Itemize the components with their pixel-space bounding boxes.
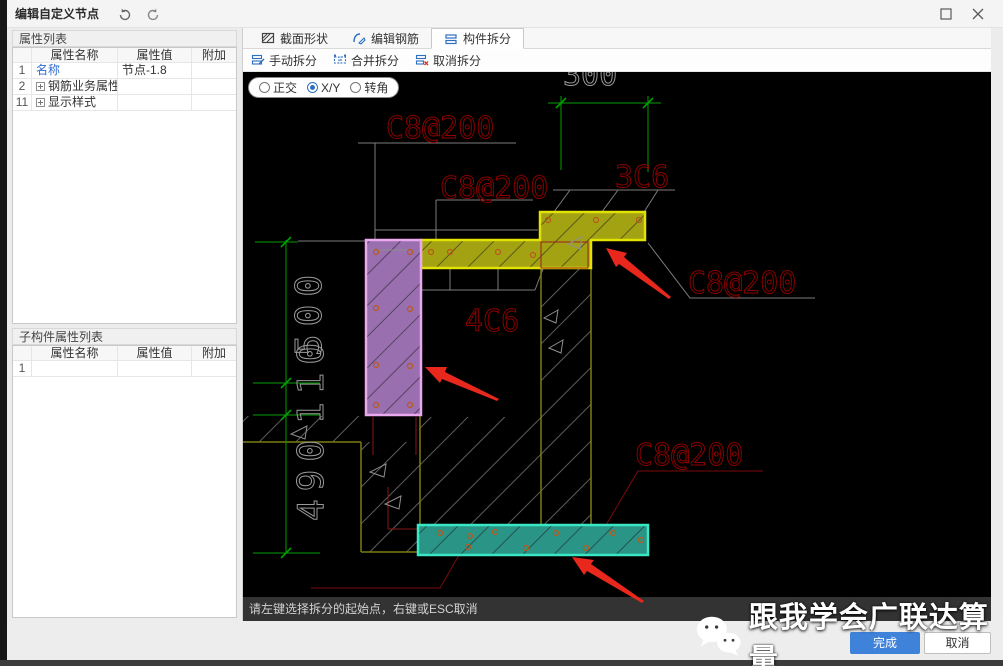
- sub-property-list-title: 子构件属性列表: [12, 328, 237, 345]
- tool-label: 取消拆分: [433, 53, 482, 68]
- cad-canvas[interactable]: [243, 72, 991, 597]
- radio-circle: [259, 82, 270, 93]
- row-value[interactable]: [118, 95, 192, 110]
- table-row[interactable]: 1 名称 节点-1.8: [13, 63, 236, 79]
- section-shape-icon: [261, 32, 275, 44]
- col-attr-extra: 附加: [201, 48, 226, 62]
- radio-label: 正交: [273, 81, 298, 95]
- row-name-label: 显示样式: [48, 95, 97, 109]
- radio-circle: [307, 82, 319, 93]
- row-name-label[interactable]: 名称: [36, 63, 60, 78]
- cancel-split-button[interactable]: 取消拆分: [415, 52, 481, 69]
- dialog-footer: 完成 取消: [7, 621, 1003, 660]
- undo-icon[interactable]: [117, 7, 133, 23]
- screen-bottom-edge: [0, 660, 1003, 666]
- col-attr-value: 属性值: [118, 346, 192, 360]
- row-value[interactable]: [118, 79, 192, 94]
- property-list-title: 属性列表: [12, 30, 237, 47]
- tab-label: 构件拆分: [463, 32, 512, 46]
- col-attr-name: 属性名称: [32, 346, 118, 360]
- radio-label: X/Y: [321, 80, 341, 95]
- manual-split-icon: [251, 54, 265, 65]
- edit-custom-node-dialog: 编辑自定义节点 属性列表 属性名称 属性值 附加 1 名称 节点-1.8 2 钢…: [0, 0, 1003, 666]
- split-toolbar: 手动拆分 合并拆分 取消拆分: [243, 49, 991, 72]
- tabbar: 截面形状 编辑钢筋 构件拆分: [243, 28, 991, 49]
- status-message: 请左键选择拆分的起始点，右键或ESC取消: [249, 602, 478, 616]
- merge-split-button[interactable]: 合并拆分: [333, 52, 399, 69]
- radio-label: 转角: [364, 81, 389, 95]
- cancel-split-icon: [415, 54, 429, 66]
- editor-panel: 截面形状 编辑钢筋 构件拆分 手动拆分 合并拆分 取消拆分 300 500 11…: [243, 28, 991, 621]
- finish-button[interactable]: 完成: [850, 632, 920, 654]
- cancel-button[interactable]: 取消: [924, 632, 991, 654]
- col-attr-value: 属性值: [118, 48, 192, 62]
- sub-property-table-header: 属性名称 属性值 附加: [13, 346, 236, 361]
- screen-left-edge: [0, 0, 7, 666]
- tab-component-split[interactable]: 构件拆分: [431, 28, 525, 49]
- radio-corner[interactable]: 转角: [350, 79, 388, 96]
- merge-split-icon: [333, 54, 347, 64]
- tab-section-shape[interactable]: 截面形状: [249, 28, 340, 48]
- col-attr-name: 属性名称: [32, 48, 118, 62]
- snap-mode-group: 正交 X/Y 转角: [248, 77, 400, 98]
- tool-label: 合并拆分: [351, 53, 400, 68]
- row-value[interactable]: 节点-1.8: [118, 63, 192, 78]
- sub-property-table: 属性名称 属性值 附加 1: [12, 345, 237, 618]
- titlebar: 编辑自定义节点: [7, 0, 1003, 28]
- table-row[interactable]: 11 显示样式: [13, 95, 236, 111]
- property-table-header: 属性名称 属性值 附加: [13, 48, 236, 63]
- radio-orthogonal[interactable]: 正交: [259, 79, 297, 96]
- radio-circle: [350, 82, 362, 93]
- component-split-icon: [445, 33, 457, 44]
- expand-icon[interactable]: [36, 82, 45, 91]
- status-bar: 请左键选择拆分的起始点，右键或ESC取消: [243, 597, 991, 621]
- property-table: 属性名称 属性值 附加 1 名称 节点-1.8 2 钢筋业务属性 11 显示样式: [12, 47, 237, 324]
- table-row[interactable]: 1: [13, 361, 236, 377]
- table-row[interactable]: 2 钢筋业务属性: [13, 79, 236, 95]
- edit-rebar-icon: [353, 33, 366, 45]
- tab-label: 截面形状: [280, 31, 329, 46]
- redo-icon[interactable]: [145, 7, 161, 23]
- tab-edit-rebar[interactable]: 编辑钢筋: [340, 28, 431, 48]
- maximize-button[interactable]: [937, 6, 955, 22]
- col-attr-extra: 附加: [201, 346, 226, 360]
- property-panel: 属性列表 属性名称 属性值 附加 1 名称 节点-1.8 2 钢筋业务属性 11…: [7, 28, 243, 621]
- expand-icon[interactable]: [36, 98, 45, 107]
- tool-label: 手动拆分: [269, 53, 318, 68]
- manual-split-button[interactable]: 手动拆分: [251, 52, 317, 69]
- row-name-label: 钢筋业务属性: [48, 79, 118, 93]
- dialog-title: 编辑自定义节点: [15, 7, 100, 21]
- tab-label: 编辑钢筋: [371, 31, 420, 46]
- close-button[interactable]: [969, 6, 987, 22]
- radio-xy[interactable]: X/Y: [307, 81, 340, 95]
